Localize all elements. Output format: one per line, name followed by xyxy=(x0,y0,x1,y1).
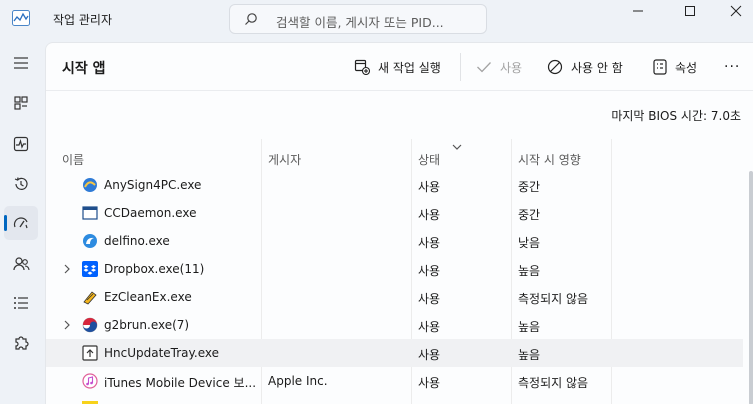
table-row[interactable]: EzCleanEx.exe 사용 측정되지 않음 xyxy=(46,283,743,311)
nav-users[interactable] xyxy=(4,247,38,281)
table-row[interactable]: g2brun.exe(7) 사용 높음 xyxy=(46,311,743,339)
table-row[interactable]: iTunes Mobile Device 보... Apple Inc. 사용 … xyxy=(46,367,743,395)
row-name: iTunes Mobile Device 보... xyxy=(104,376,257,390)
row-status: 사용 xyxy=(418,180,441,194)
itunes-icon xyxy=(82,373,98,389)
table-row[interactable] xyxy=(46,395,743,404)
table-row[interactable]: AnySign4PC.exe 사용 중간 xyxy=(46,171,743,199)
title-bar: 작업 관리자 검색할 이름, 게시자 또는 PID... xyxy=(0,0,753,38)
row-impact: 중간 xyxy=(518,180,541,194)
nav-performance[interactable] xyxy=(4,127,38,161)
users-icon xyxy=(12,257,30,271)
page-title: 시작 앱 xyxy=(62,61,106,77)
dropbox-icon xyxy=(82,261,98,277)
table-row[interactable]: CCDaemon.exe 사용 중간 xyxy=(46,199,743,227)
nav-details[interactable] xyxy=(4,286,38,320)
disable-button[interactable]: 사용 안 함 xyxy=(547,56,623,78)
column-header-name[interactable]: 이름 xyxy=(62,139,84,172)
more-options-icon: ··· xyxy=(724,59,741,75)
startup-speedometer-icon xyxy=(13,217,28,229)
search-box[interactable]: 검색할 이름, 게시자 또는 PID... xyxy=(229,4,487,34)
chevron-right-icon[interactable] xyxy=(62,319,72,331)
services-puzzle-icon xyxy=(15,336,29,350)
nav-startup-apps[interactable] xyxy=(4,206,38,240)
row-impact: 높음 xyxy=(518,348,541,362)
hnc-icon xyxy=(82,345,98,361)
chevron-right-icon[interactable] xyxy=(62,263,72,275)
search-icon xyxy=(245,13,257,25)
new-task-button[interactable]: 새 작업 실행 xyxy=(354,56,441,78)
window-app-icon xyxy=(82,206,98,220)
table-header: 이름 게시자 상태 시작 시 영향 xyxy=(46,139,753,172)
row-name: EzCleanEx.exe xyxy=(104,290,192,304)
column-header-status[interactable]: 상태 xyxy=(418,139,440,172)
row-name: Dropbox.exe(11) xyxy=(104,262,205,276)
row-status: 사용 xyxy=(418,376,441,390)
nav-processes[interactable] xyxy=(4,86,38,120)
active-indicator xyxy=(4,215,7,231)
disable-label: 사용 안 함 xyxy=(571,60,623,75)
bios-time: 마지막 BIOS 시간: 7.0초 xyxy=(611,109,741,123)
hamburger-icon xyxy=(14,57,28,69)
anysign-icon xyxy=(83,178,97,192)
row-name: HncUpdateTray.exe xyxy=(104,346,220,360)
column-header-impact[interactable]: 시작 시 영향 xyxy=(518,139,581,172)
row-impact: 낮음 xyxy=(518,236,541,250)
row-impact: 높음 xyxy=(518,264,541,278)
vertical-scrollbar[interactable] xyxy=(749,171,753,404)
row-status: 사용 xyxy=(418,264,441,278)
row-name: g2brun.exe(7) xyxy=(104,318,190,332)
table-row[interactable]: HncUpdateTray.exe 사용 높음 xyxy=(46,339,743,367)
new-task-icon xyxy=(354,59,370,75)
checkmark-icon xyxy=(477,62,491,73)
row-status: 사용 xyxy=(418,292,441,306)
properties-label: 속성 xyxy=(675,60,698,75)
maximize-button[interactable] xyxy=(667,0,713,22)
ezclean-icon xyxy=(83,291,97,305)
close-icon xyxy=(730,5,742,17)
nav-services[interactable] xyxy=(4,326,38,360)
history-icon xyxy=(14,177,28,190)
minimize-button[interactable] xyxy=(615,0,661,22)
row-impact: 중간 xyxy=(518,208,541,222)
row-impact: 측정되지 않음 xyxy=(518,292,589,306)
details-list-icon xyxy=(14,297,28,309)
g2b-icon xyxy=(82,317,98,333)
more-options-button[interactable]: ··· xyxy=(724,56,740,78)
row-impact: 측정되지 않음 xyxy=(518,376,589,390)
processes-icon xyxy=(14,96,28,110)
column-header-publisher[interactable]: 게시자 xyxy=(268,139,301,172)
table-row[interactable]: delfino.exe 사용 낮음 xyxy=(46,227,743,255)
row-impact: 높음 xyxy=(518,320,541,334)
row-status: 사용 xyxy=(418,348,441,362)
toolbar: 시작 앱 새 작업 실행 사용 사용 안 함 속성 ··· xyxy=(46,43,753,91)
task-manager-icon xyxy=(12,10,30,26)
row-status: 사용 xyxy=(418,236,441,250)
row-name: delfino.exe xyxy=(104,234,170,248)
table-row[interactable]: Dropbox.exe(11) 사용 높음 xyxy=(46,255,743,283)
performance-icon xyxy=(13,136,29,152)
row-name: CCDaemon.exe xyxy=(104,206,197,220)
sort-chevron-down-icon xyxy=(452,144,462,150)
close-button[interactable] xyxy=(713,0,753,22)
toolbar-separator xyxy=(460,53,461,81)
row-status: 사용 xyxy=(418,208,441,222)
properties-button[interactable]: 속성 xyxy=(653,56,697,78)
enable-label: 사용 xyxy=(500,60,523,75)
main-panel: 시작 앱 새 작업 실행 사용 사용 안 함 속성 ··· 마지막 BIOS 시… xyxy=(45,42,753,404)
row-publisher: Apple Inc. xyxy=(268,374,328,388)
window-title: 작업 관리자 xyxy=(53,13,113,27)
maximize-icon xyxy=(685,6,695,16)
search-input[interactable]: 검색할 이름, 게시자 또는 PID... xyxy=(276,12,444,31)
disable-circle-icon xyxy=(547,59,563,75)
minimize-icon xyxy=(633,10,643,12)
new-task-label: 새 작업 실행 xyxy=(378,60,441,75)
row-status: 사용 xyxy=(418,320,441,334)
enable-button[interactable]: 사용 xyxy=(476,56,522,78)
delfino-icon xyxy=(83,234,97,248)
properties-icon xyxy=(653,59,667,75)
hamburger-menu-button[interactable] xyxy=(4,46,38,80)
nav-app-history[interactable] xyxy=(4,167,38,201)
row-name: AnySign4PC.exe xyxy=(104,178,202,192)
